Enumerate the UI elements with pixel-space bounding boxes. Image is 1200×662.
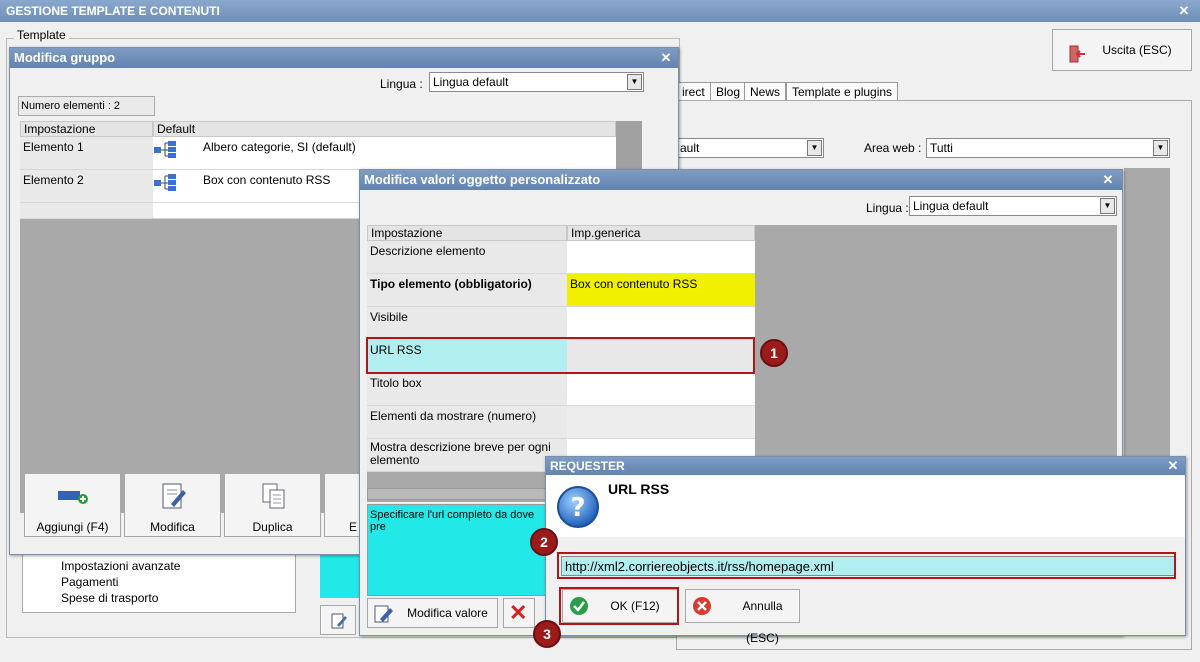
oggetto-row-elementi-value[interactable] — [567, 406, 755, 439]
duplica-button-label: Duplica — [252, 520, 293, 534]
template-group-label: Template — [14, 28, 69, 42]
modifica-valore-button[interactable]: Modifica valore — [367, 598, 498, 628]
oggetto-lingua-label: Lingua : — [866, 201, 909, 215]
gruppo-row-2-name[interactable]: Elemento 2 — [20, 170, 153, 203]
oggetto-title: Modifica valori oggetto personalizzato — [364, 172, 601, 187]
elimina-button-label: E — [349, 520, 358, 534]
requester-heading: URL RSS — [608, 481, 670, 497]
chevron-down-icon: ▼ — [627, 74, 642, 90]
cyan-panel-bg — [320, 553, 360, 598]
tab-news[interactable]: News — [744, 82, 787, 101]
annulla-button-label: Annulla (ESC) — [742, 599, 783, 645]
highlight-box-url-rss — [366, 337, 755, 374]
modifica-valore-label: Modifica valore — [407, 606, 488, 620]
oggetto-lingua-select[interactable]: Lingua default ▼ — [909, 196, 1117, 216]
tab-redirect[interactable]: irect — [676, 82, 711, 101]
question-icon: ? — [556, 485, 600, 532]
oggetto-title-bar: Modifica valori oggetto personalizzato — [360, 170, 1122, 190]
annotation-badge-2: 2 — [530, 528, 558, 556]
red-x-icon: ✕ — [509, 600, 528, 625]
gruppo-col-default: Default — [153, 121, 616, 137]
modifica-button-label: Modifica — [150, 520, 195, 534]
add-element-icon — [58, 488, 90, 507]
highlight-box-ok — [559, 587, 679, 625]
area-web-value: Tutti — [930, 141, 953, 155]
tree-item-spese[interactable]: Spese di trasporto — [61, 591, 158, 605]
aggiungi-button-label: Aggiungi (F4) — [36, 520, 109, 534]
requester-title-bar: REQUESTER — [546, 457, 1185, 475]
close-icon[interactable]: ✕ — [658, 50, 674, 66]
chevron-down-icon: ▼ — [807, 140, 822, 156]
tree-item-impostazioni[interactable]: Impostazioni avanzate — [61, 559, 180, 573]
close-icon[interactable]: ✕ — [1100, 172, 1116, 188]
gruppo-col-impostazione: Impostazione — [20, 121, 153, 137]
annotation-badge-3: 3 — [533, 620, 561, 648]
annotation-badge-1: 1 — [760, 339, 788, 367]
aggiungi-button[interactable]: Aggiungi (F4) — [24, 473, 121, 537]
gruppo-row-empty — [20, 203, 153, 219]
copy-icon — [261, 482, 287, 513]
oggetto-row-visibile-value[interactable] — [567, 307, 755, 340]
main-close-icon[interactable]: ✕ — [1176, 3, 1192, 19]
oggetto-row-descrizione[interactable]: Descrizione elemento — [367, 241, 567, 274]
pencil-icon — [374, 604, 394, 634]
main-title-bar: GESTIONE TEMPLATE E CONTENUTI — [0, 0, 1200, 22]
modifica-button[interactable]: Modifica — [124, 473, 221, 537]
duplica-button[interactable]: Duplica — [224, 473, 321, 537]
gruppo-row-1-value[interactable]: Albero categorie, SI (default) — [153, 137, 616, 170]
oggetto-row-titolo[interactable]: Titolo box — [367, 373, 567, 406]
gruppo-lingua-label: Lingua : — [380, 77, 423, 91]
filter-select[interactable]: ault ▼ — [676, 138, 824, 158]
tab-blog[interactable]: Blog — [710, 82, 747, 101]
gruppo-row-2-value-text: Box con contenuto RSS — [203, 173, 331, 187]
oggetto-description: Specificare l'url completo da dove pre — [367, 504, 547, 596]
requester-title: REQUESTER — [550, 459, 625, 473]
chevron-down-icon: ▼ — [1100, 198, 1115, 214]
modifica-gruppo-title: Modifica gruppo — [14, 50, 116, 65]
oggetto-row-descrizione-value[interactable] — [567, 241, 755, 274]
oggetto-row-tipo-value[interactable]: Box con contenuto RSS — [567, 274, 755, 307]
pencil-icon — [161, 482, 187, 513]
elimina-button[interactable]: E — [324, 473, 364, 537]
oggetto-row-mostra[interactable]: Mostra descrizione breve per ogni elemen… — [367, 439, 567, 472]
oggetto-row-titolo-value[interactable] — [567, 373, 755, 406]
oggetto-row-tipo[interactable]: Tipo elemento (obbligatorio) — [367, 274, 567, 307]
exit-door-icon — [1067, 40, 1087, 63]
area-web-select[interactable]: Tutti ▼ — [926, 138, 1170, 158]
oggetto-col-impostazione: Impostazione — [367, 225, 567, 241]
gruppo-row-1-name[interactable]: Elemento 1 — [20, 137, 153, 170]
oggetto-col-generica: Imp.generica — [567, 225, 755, 241]
svg-text:?: ? — [570, 493, 585, 523]
tab-template-plugins[interactable]: Template e plugins — [786, 82, 899, 101]
exit-button-label: Uscita (ESC) — [1102, 43, 1172, 57]
modifica-gruppo-title-bar: Modifica gruppo — [10, 48, 678, 68]
right-gray-panel — [1124, 168, 1170, 458]
highlight-box-input — [557, 552, 1176, 579]
oggetto-row-visibile[interactable]: Visibile — [367, 307, 567, 340]
delete-value-button[interactable]: ✕ — [503, 598, 535, 628]
tree-structure-icon — [154, 141, 178, 162]
chevron-down-icon: ▼ — [1153, 140, 1168, 156]
edit-button-bg[interactable] — [320, 605, 356, 635]
filter-select-value: ault — [680, 141, 700, 155]
annulla-button[interactable]: Annulla (ESC) — [685, 589, 800, 645]
main-title: GESTIONE TEMPLATE E CONTENUTI — [6, 4, 220, 18]
close-icon[interactable]: ✕ — [1165, 458, 1181, 474]
gruppo-row-1-value-text: Albero categorie, SI (default) — [203, 140, 356, 154]
tree-structure-icon — [154, 174, 178, 195]
tree-item-pagamenti[interactable]: Pagamenti — [61, 575, 118, 589]
oggetto-lingua-value: Lingua default — [913, 199, 989, 213]
cancel-icon — [692, 596, 712, 628]
gruppo-lingua-select[interactable]: Lingua default ▼ — [429, 72, 644, 92]
exit-button[interactable]: Uscita (ESC) — [1052, 29, 1192, 71]
oggetto-row-elementi[interactable]: Elementi da mostrare (numero) — [367, 406, 567, 439]
area-web-label: Area web : — [864, 141, 922, 155]
pencil-icon — [330, 612, 348, 633]
gruppo-lingua-value: Lingua default — [433, 75, 509, 89]
numero-elementi: Numero elementi : 2 — [18, 96, 155, 116]
